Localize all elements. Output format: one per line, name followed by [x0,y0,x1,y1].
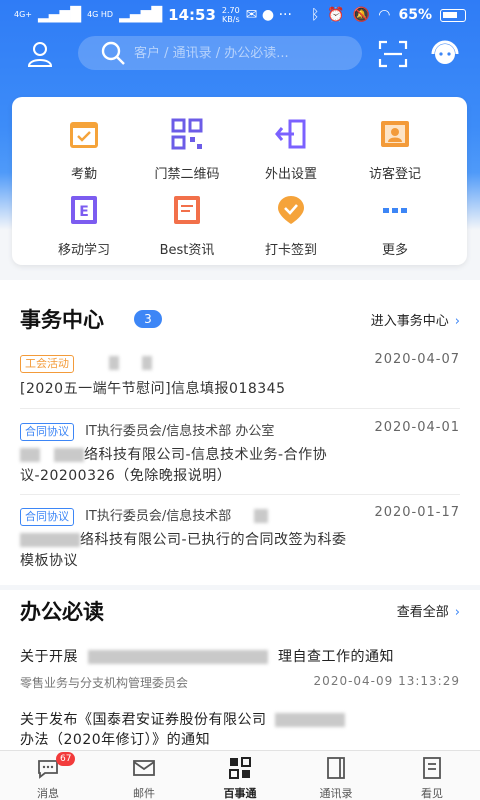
attendance-icon [70,122,98,148]
signal-indicator-2: 4G HD [87,10,114,19]
net-speed: 2.70 KB/s [221,6,240,24]
divider [20,408,460,409]
bottom-navigation: 67 消息 邮件 百事通 通讯录 看见 [0,750,480,800]
more-icon [383,208,407,213]
svg-text:E: E [79,204,89,220]
quick-action-best-news[interactable]: Best资讯 [132,193,242,258]
nav-messages[interactable]: 67 消息 [0,751,96,800]
affair-title: 络科技有限公司-信息技术业务-合作协 议-20200326（免除晚报说明） [20,447,328,484]
affair-title: 络科技有限公司-已执行的合同改签为科委 模板协议 [20,532,347,569]
tag-contract: 合同协议 [20,508,74,526]
checkin-icon [278,196,304,224]
quick-action-attendance[interactable]: 考勤 [29,117,139,182]
quick-action-visitor[interactable]: 访客登记 [340,117,450,182]
battery-icon [440,8,466,22]
signal-bars-icon: ▂▄▆█ [38,7,82,23]
visitor-icon [381,121,409,147]
quick-action-checkin[interactable]: 打卡签到 [236,193,346,258]
mute-icon: 🔕 [352,7,371,23]
affair-date: 2020-04-07 [374,352,460,367]
alarm-icon: ⏰ [327,7,345,23]
office-reads-section: 办公必读 查看全部 › 关于开展 理自查工作的通知 零售业务与分支机构管理委员会 2… [0,590,480,750]
qr-code-icon [171,118,203,150]
unread-badge: 67 [56,752,76,766]
affair-date: 2020-04-01 [374,420,460,435]
affair-title: [2020五一端午节慰问]信息填报018345 [20,381,286,397]
nav-mail[interactable]: 邮件 [96,751,192,800]
quick-action-going-out[interactable]: 外出设置 [236,117,346,182]
signal-bars-icon-2: ▂▄▆█ [119,7,163,23]
clock: 14:53 [168,6,216,24]
redacted-text [142,355,153,370]
nav-baishitong[interactable]: 百事通 [192,751,288,800]
bluetooth-icon: ᛒ [310,7,320,23]
quick-action-mobile-learning[interactable]: E 移动学习 [29,193,139,258]
top-toolbar [0,34,480,74]
affair-date: 2020-01-17 [374,505,460,520]
scan-icon[interactable] [378,40,408,68]
notification-icons: ✉ ● ··· [245,7,292,23]
affairs-count-badge: 3 [134,310,162,328]
nav-contacts[interactable]: 通讯录 [288,751,384,800]
redacted-text [109,355,120,370]
redacted-text [254,508,269,523]
search-input[interactable] [134,45,334,61]
affairs-title: 事务中心 [20,308,104,332]
customer-service-icon[interactable] [430,40,460,68]
quick-actions-card: 考勤 门禁二维码 外出设置 访客登记 E 移动学习 Best资讯 打卡签到 更多 [12,97,467,265]
read-item-source: 零售业务与分支机构管理委员会 [20,676,189,690]
user-profile-icon[interactable] [26,40,54,68]
search-icon [101,41,125,65]
view-all-link[interactable]: 查看全部 › [397,601,460,620]
e-learning-icon: E [71,196,97,224]
nav-kanjian[interactable]: 看见 [384,751,480,800]
affair-item[interactable]: 合同协议 IT执行委员会/信息技术部 办公室 2020-04-01 络科技有限公… [20,420,462,487]
read-item-title[interactable]: 关于开展 理自查工作的通知 [20,646,394,666]
chevron-right-icon: › [454,605,460,620]
divider [20,494,460,495]
chevron-right-icon: › [454,314,460,329]
affairs-center-section: 事务中心 3 进入事务中心 › 工会活动 2020-04-07 [2020五一端午… [0,280,480,585]
mail-icon [133,760,155,776]
affair-department: IT执行委员会/信息技术部 办公室 [85,424,275,439]
office-reads-title: 办公必读 [20,600,104,624]
read-item-title[interactable]: 关于发布《国泰君安证券股份有限公司 办法（2020年修订）》的通知 [20,710,345,750]
tag-union-activity: 工会活动 [20,355,74,373]
affair-department: IT执行委员会/信息技术部 [85,509,232,524]
contacts-icon [327,757,345,779]
enter-affairs-link[interactable]: 进入事务中心 › [371,310,460,329]
wifi-icon: ◠ [378,7,391,23]
search-bar[interactable] [78,36,362,70]
quick-action-more[interactable]: 更多 [340,193,450,258]
affair-item[interactable]: 工会活动 2020-04-07 [2020五一端午节慰问]信息填报018345 [20,352,462,400]
quick-action-qr-code[interactable]: 门禁二维码 [132,117,242,182]
read-item-time: 2020-04-09 13:13:29 [313,674,460,688]
battery-level: 65% [398,7,432,23]
news-icon [174,196,200,224]
document-icon [423,757,441,779]
tag-contract: 合同协议 [20,423,74,441]
affair-item[interactable]: 合同协议 IT执行委员会/信息技术部 2020-01-17 络科技有限公司-已执… [20,505,462,572]
exit-icon [275,119,306,149]
status-bar: 4G+ ▂▄▆█ 4G HD ▂▄▆█ 14:53 2.70 KB/s ✉ ● ·… [0,0,480,30]
grid-apps-icon [229,757,251,779]
signal-indicator: 4G+ [14,10,32,19]
